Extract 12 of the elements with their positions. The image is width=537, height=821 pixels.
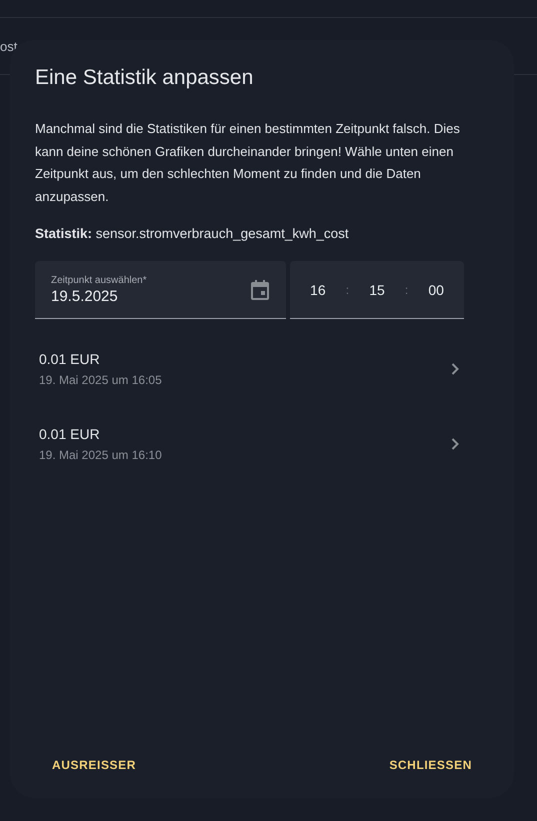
dialog-button[interactable]: SCHLIESSEN <box>381 750 480 780</box>
chevron-right-icon <box>451 438 459 450</box>
description-text: Manchmal sind die Statistiken für einen bestimmten Zeitpunkt falsch. Dies kann deine schönen Grafiken durcheinander bringen! Wähle unten einen Zeitpunkt aus, um den schlechten Moment zu finden und die Daten anzupassen. <box>35 120 461 206</box>
calendar-icon[interactable] <box>250 278 270 300</box>
date-field[interactable]: Zeitpunkt auswählen* 19.5.2025 <box>35 261 286 319</box>
dialog-title: Eine Statistik anpassen <box>35 66 254 90</box>
time-field[interactable]: 16 : 15 : 00 <box>290 261 464 319</box>
chevron-right-icon <box>451 362 459 374</box>
dialog-button[interactable]: AUSREISSER <box>44 750 144 780</box>
statistic-entry[interactable]: 0.01 EUR 19. Mai 2025 um 16:05 <box>35 331 489 406</box>
statistic-entry[interactable]: 0.01 EUR 19. Mai 2025 um 16:10 <box>35 406 489 481</box>
statistic-text: Statistik: sensor.stromverbrauch_gesamt_kwh_cost <box>35 226 350 241</box>
